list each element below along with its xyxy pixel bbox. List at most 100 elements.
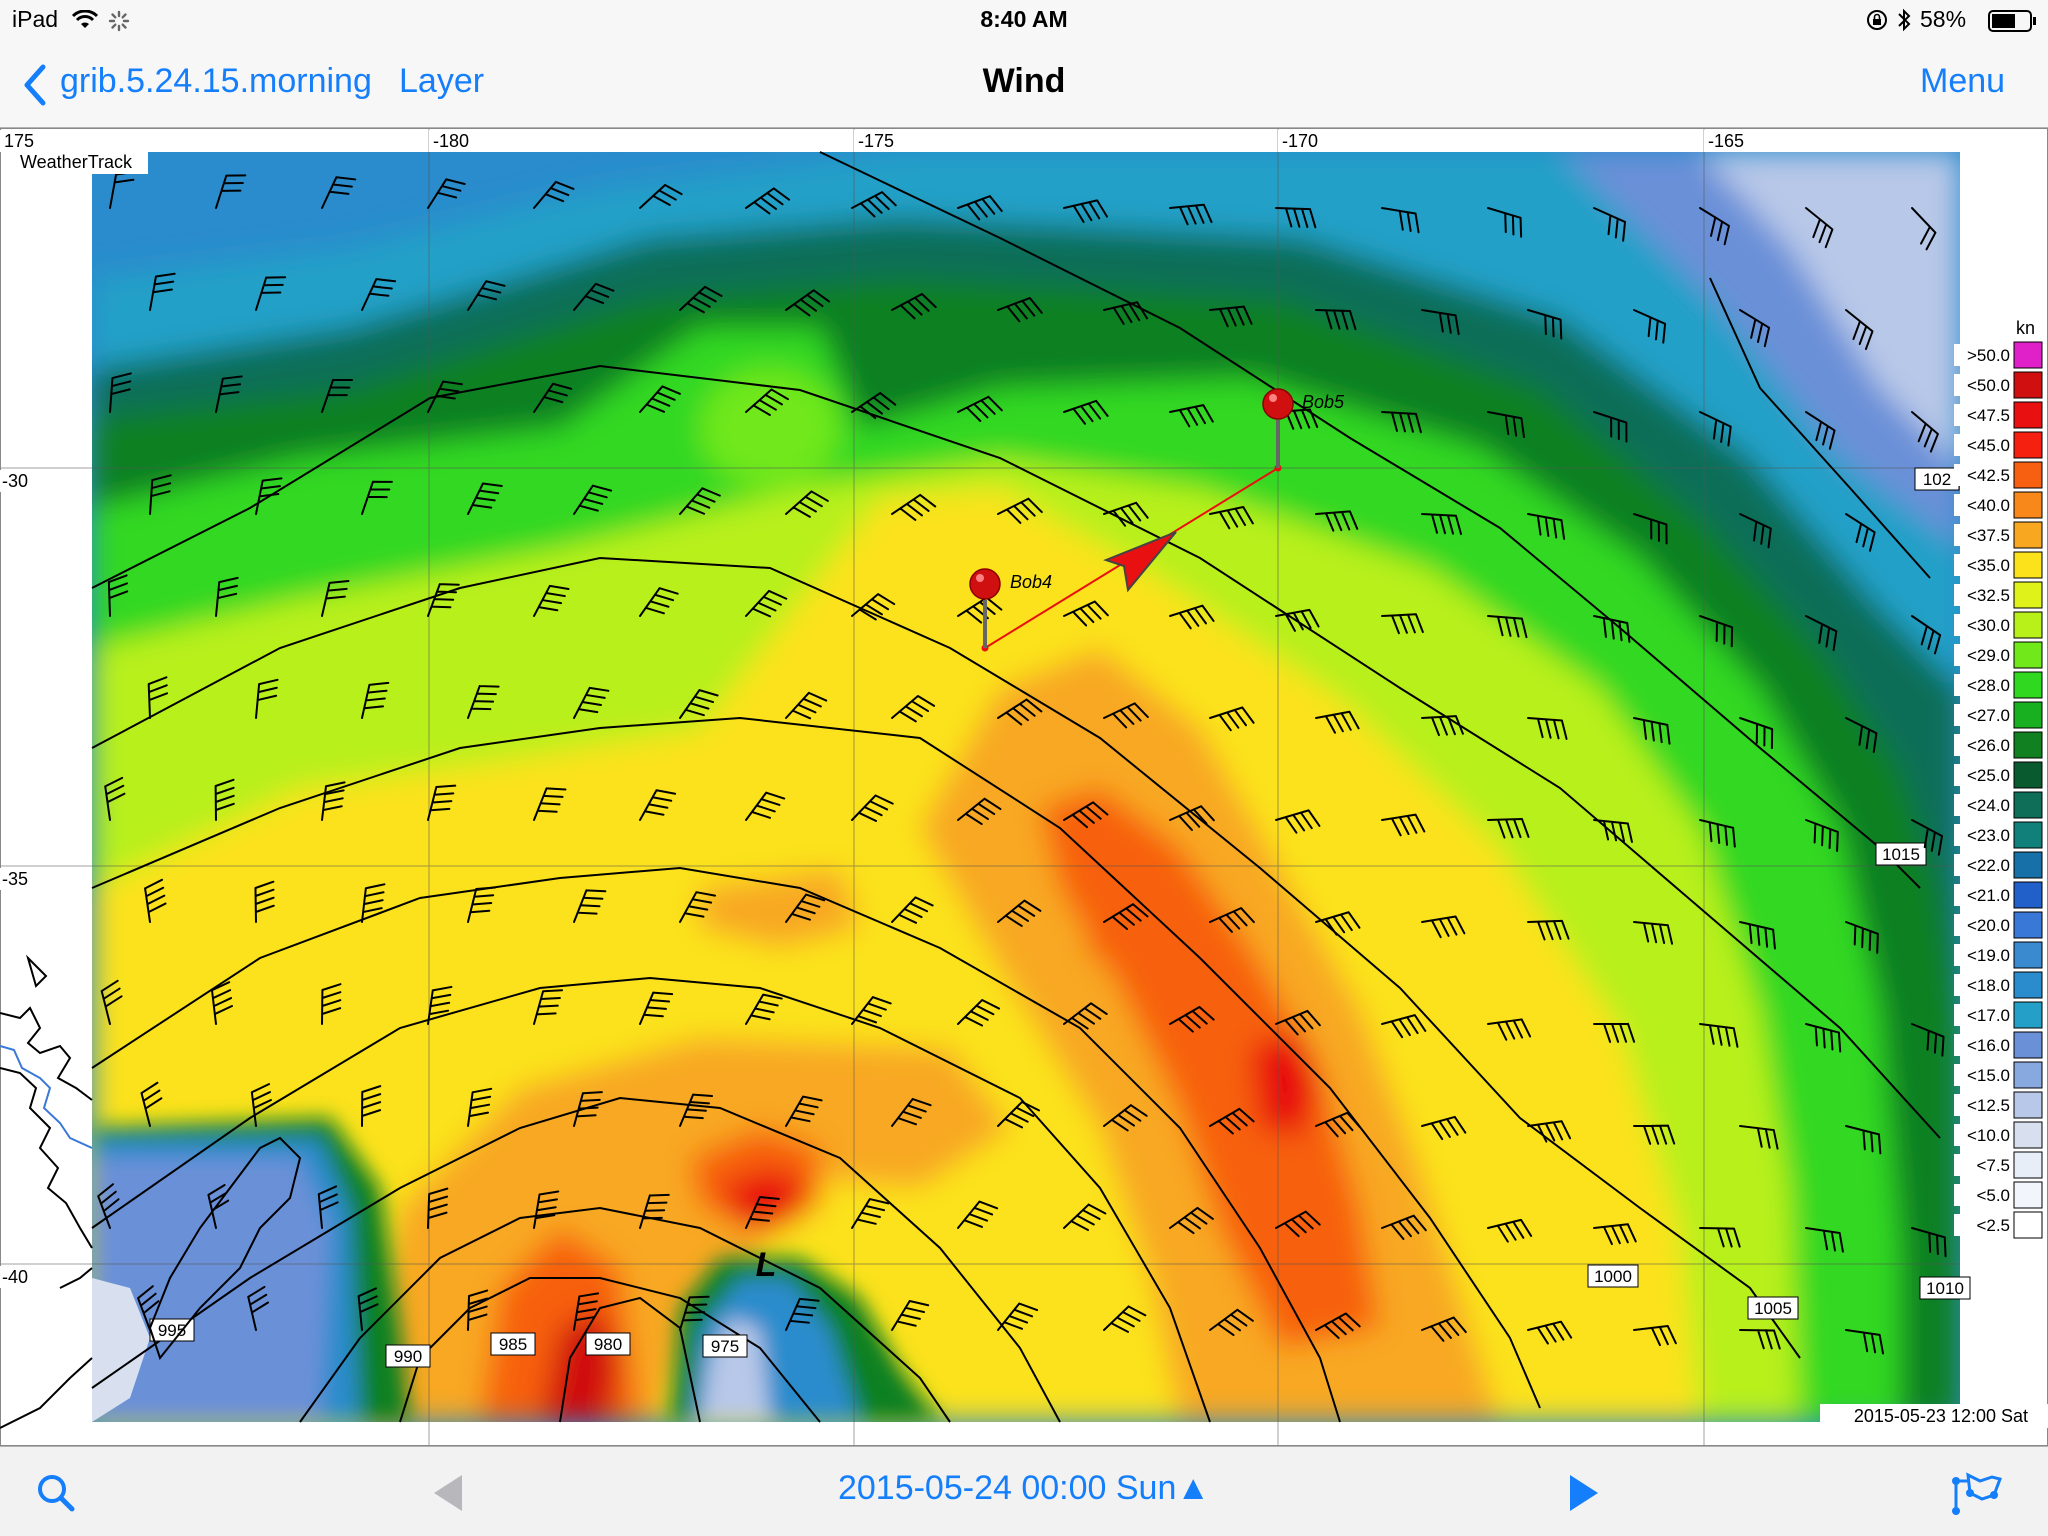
legend-swatch (2013, 491, 2043, 519)
waypoint-label-bob4: Bob4 (1010, 572, 1052, 592)
route-tool-icon[interactable] (1948, 1465, 2008, 1521)
low-pressure-marker: L (756, 1246, 777, 1284)
legend-swatch (2013, 1121, 2043, 1149)
legend-swatch (2013, 731, 2043, 759)
legend-label: <25.0 (1967, 766, 2010, 785)
rotation-lock-icon (1867, 10, 1887, 30)
isobar-label-1005: 1005 (1747, 1296, 1799, 1320)
isobar-label-1000: 1000 (1587, 1264, 1639, 1288)
legend-label: <12.5 (1967, 1096, 2010, 1115)
lat-label: -35 (2, 869, 28, 889)
legend-label: <19.0 (1967, 946, 2010, 965)
next-time-icon[interactable] (1552, 1465, 1612, 1521)
isobar-label-985: 985 (490, 1332, 536, 1356)
wind-map[interactable]: 995 990 985 980 975 1000 1005 1010 1015 … (0, 128, 2048, 1446)
legend-swatch (2013, 1181, 2043, 1209)
legend-swatch (2013, 371, 2043, 399)
legend-label: <21.0 (1967, 886, 2010, 905)
legend-label: <26.0 (1967, 736, 2010, 755)
legend-swatch (2013, 641, 2043, 669)
legend-label: <10.0 (1967, 1126, 2010, 1145)
legend-swatch (2013, 461, 2043, 489)
legend-label: <28.0 (1967, 676, 2010, 695)
legend-swatch (2013, 551, 2043, 579)
legend-swatch (2013, 1211, 2043, 1239)
brand-label: WeatherTrack (20, 152, 133, 172)
isobar-label-975-text: 975 (711, 1337, 739, 1356)
legend-label: <18.0 (1967, 976, 2010, 995)
legend-swatch (2013, 941, 2043, 969)
isobar-label-102-text: 102 (1923, 470, 1951, 489)
legend-label: <7.5 (1976, 1156, 2010, 1175)
bottom-toolbar: 2015-05-24 00:00 Sun▲ (0, 1446, 2048, 1536)
menu-button[interactable]: Menu (1920, 62, 2005, 101)
battery-percent: 58% (1920, 6, 1967, 32)
legend-swatch (2013, 821, 2043, 849)
isobar-label-975: 975 (702, 1334, 748, 1358)
isobar-label-1010: 1010 (1919, 1276, 1971, 1300)
legend-swatch (2013, 431, 2043, 459)
legend-label: <29.0 (1967, 646, 2010, 665)
isobar-label-990: 990 (385, 1344, 431, 1368)
legend-swatch (2013, 701, 2043, 729)
legend-label: <27.0 (1967, 706, 2010, 725)
legend-swatch (2013, 851, 2043, 879)
legend-swatch (2013, 1091, 2043, 1119)
legend-swatch (2013, 521, 2043, 549)
legend-unit: kn (2016, 318, 2035, 338)
isobar-label-980: 980 (585, 1332, 631, 1356)
legend-swatch (2013, 911, 2043, 939)
lon-label: -165 (1708, 131, 1744, 151)
legend-label: <40.0 (1967, 496, 2010, 515)
speed-legend: kn >50.0 <50.0 <47.5 <45.0 <42.5 <40.0 <37.5 <3… (1954, 318, 2043, 1239)
legend-label: <42.5 (1967, 466, 2010, 485)
isobar-label-102: 102 (1914, 467, 1960, 491)
waypoint-label-bob5: Bob5 (1302, 392, 1345, 412)
legend-swatch (2013, 401, 2043, 429)
waypoint-pin-icon[interactable] (969, 568, 1001, 600)
isobar-label-1010-text: 1010 (1926, 1279, 1964, 1298)
isobar-label-985-text: 985 (499, 1335, 527, 1354)
legend-label: <23.0 (1967, 826, 2010, 845)
battery-icon (1988, 10, 2036, 32)
legend-swatch (2013, 611, 2043, 639)
isobar-label-980-text: 980 (594, 1335, 622, 1354)
lon-label: -170 (1282, 131, 1318, 151)
legend-label: <24.0 (1967, 796, 2010, 815)
isobar-label-1000-text: 1000 (1594, 1267, 1632, 1286)
forecast-time-selector[interactable]: 2015-05-24 00:00 Sun▲ (0, 1469, 2048, 1508)
wind-map-canvas[interactable]: 995 990 985 980 975 1000 1005 1010 1015 … (0, 128, 2048, 1446)
legend-swatch (2013, 1151, 2043, 1179)
legend-swatch (2013, 1001, 2043, 1029)
wind-speed-field (92, 152, 1960, 1422)
legend-label: <45.0 (1967, 436, 2010, 455)
legend-label: <16.0 (1967, 1036, 2010, 1055)
legend-label: <17.0 (1967, 1006, 2010, 1025)
legend-label: <37.5 (1967, 526, 2010, 545)
isobar-label-1005-text: 1005 (1754, 1299, 1792, 1318)
legend-label: <47.5 (1967, 406, 2010, 425)
lon-label: 175 (4, 131, 34, 151)
legend-label: <22.0 (1967, 856, 2010, 875)
isobar-label-990-text: 990 (394, 1347, 422, 1366)
clock: 8:40 AM (980, 6, 1068, 32)
navigation-bar: grib.5.24.15.morning Layer Wind Menu (0, 40, 2048, 128)
legend-label: <32.5 (1967, 586, 2010, 605)
lon-label: -180 (433, 131, 469, 151)
legend-swatch (2013, 881, 2043, 909)
lon-label: -175 (858, 131, 894, 151)
legend-swatch (2013, 671, 2043, 699)
legend-swatch (2013, 1031, 2043, 1059)
legend-swatch (2013, 971, 2043, 999)
waypoint-pin-icon[interactable] (1262, 388, 1294, 420)
legend-label: >50.0 (1967, 346, 2010, 365)
lat-label: -40 (2, 1267, 28, 1287)
legend-label: <30.0 (1967, 616, 2010, 635)
legend-label: <50.0 (1967, 376, 2010, 395)
lat-label: -30 (2, 471, 28, 491)
legend-label: <5.0 (1976, 1186, 2010, 1205)
page-title: Wind (982, 62, 1066, 100)
legend-label: <35.0 (1967, 556, 2010, 575)
legend-label: <20.0 (1967, 916, 2010, 935)
isobar-label-1015: 1015 (1875, 842, 1927, 866)
